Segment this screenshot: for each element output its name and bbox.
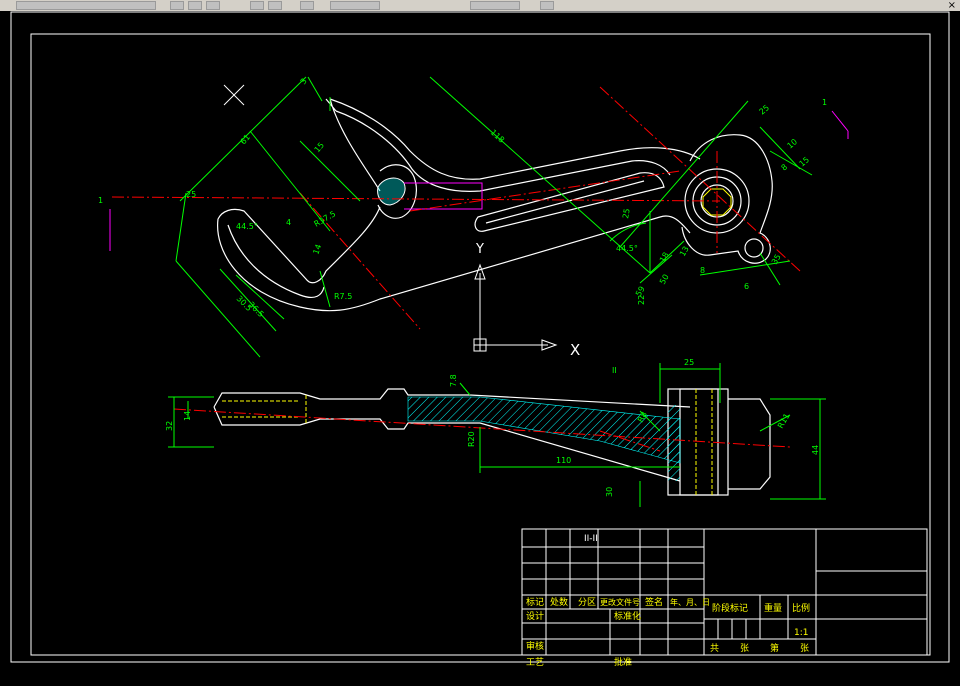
tb-count: 处数 [550,596,568,608]
toolbar-button-3[interactable] [188,1,202,10]
construction-lines [109,110,849,251]
angle-44-5-left: 44.5° [236,222,258,231]
dim-side-r20: R20 [467,431,476,447]
crosshair-icon [223,84,245,106]
tb-scale: 比例 [792,602,810,614]
tb-scale-value: 1:1 [794,628,808,638]
tb-process: 工艺 [526,657,544,668]
dimension-text-side: 25 7.8 32 14 110 R20 R8 R11 44 30 [165,358,820,497]
dim-8: 8 [780,162,790,172]
toolbar-button-8[interactable] [330,1,380,10]
pin-section [377,177,406,206]
dim-18: 18 [658,251,671,264]
close-icon[interactable]: × [948,0,956,11]
tb-sheets: 张 [740,643,749,654]
dim-3: 3 [299,77,309,87]
drawing-canvas[interactable]: 61 3 15 118 25 10 8 15 44.5° R7.5 R37.5 … [0,11,960,686]
dim-15-head: 15 [798,155,812,168]
title-block [521,528,928,656]
toolbar-button-10[interactable] [540,1,554,10]
toolbar-button-5[interactable] [250,1,264,10]
dim-13: 13 [678,245,691,258]
section-label: II-II [584,534,598,544]
dim-4: 4 [286,218,291,227]
dim-10: 10 [786,137,800,150]
dim-25-top: 25 [758,103,772,116]
section-mark: II [612,366,617,375]
dim-14: 14 [311,243,323,256]
toolbar-button-7[interactable] [300,1,314,10]
tb-review: 审核 [526,640,544,652]
angle-44-5-right: 44.5° [616,244,638,253]
tb-page: 第 [770,642,779,654]
ucs-x-label: X [570,341,580,359]
dim-side-r11: R11 [776,412,792,430]
dim-r37-5: R37.5 [313,209,338,228]
dim-1-left: 1 [98,196,103,205]
tb-date: 年、月、日 [670,597,710,607]
head-section-hatch [668,405,680,481]
dim-6: 6 [744,282,749,291]
dim-61: 61 [239,133,252,147]
dim-side-44: 44 [811,445,820,455]
tb-sign: 签名 [645,596,663,608]
tb-approve: 批准 [614,656,632,668]
dim-side-110: 110 [556,456,571,465]
dim-side-30: 30 [605,487,614,497]
tb-doc-no: 更改文件号 [600,597,640,607]
dim-50: 50 [658,273,671,286]
tb-sheet: 张 [800,643,809,654]
dim-side-25: 25 [684,358,694,367]
dim-25-right: 25 [186,190,196,199]
tb-weight: 重量 [764,602,782,614]
dim-side-32: 32 [165,421,174,431]
ucs-y-label: Y [475,242,484,257]
dimension-lines-side [168,363,826,507]
dim-1-right: 1 [822,98,827,107]
toolbar-button-2[interactable] [170,1,184,10]
dim-r7-5: R7.5 [334,292,352,301]
dim-22: 22 [637,295,646,305]
side-section-hatch [407,396,681,464]
toolbar-button-9[interactable] [470,1,520,10]
tb-total: 共 [710,643,719,654]
centerlines [111,86,801,330]
tb-zone: 分区 [578,597,596,608]
tb-design: 设计 [526,610,544,622]
dim-25-rot: 25 [621,208,632,220]
dim-side-7-8: 7.8 [449,374,458,387]
tb-mark: 标记 [526,596,544,608]
tb-stage-mark: 阶段标记 [712,602,748,614]
toolbar-button-6[interactable] [268,1,282,10]
dimension-text-top: 61 3 15 118 25 10 8 15 44.5° R7.5 R37.5 … [98,77,827,375]
toolbar-button-4[interactable] [206,1,220,10]
toolbar-button-1[interactable] [16,1,156,10]
tb-standardize: 标准化 [614,610,641,622]
cad-drawing[interactable]: 61 3 15 118 25 10 8 15 44.5° R7.5 R37.5 … [0,11,960,686]
ucs-icon [473,263,558,352]
dim-15: 15 [313,141,326,155]
dim-side-14: 14 [183,411,192,421]
dim-8-lower: 8 [700,266,705,275]
